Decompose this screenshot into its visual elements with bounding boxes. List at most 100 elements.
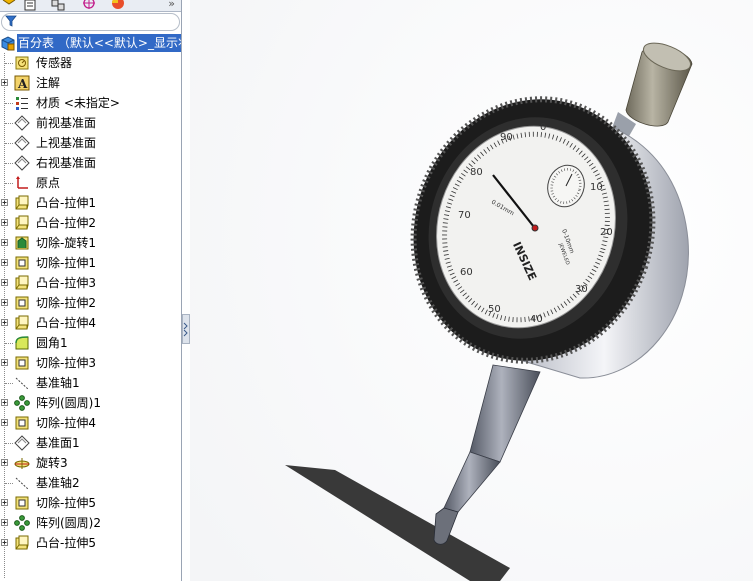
tree-connector	[5, 383, 13, 384]
fillet-icon	[15, 336, 29, 350]
expand-plus-icon[interactable]	[1, 259, 8, 266]
tree-item[interactable]: 右视基准面	[0, 153, 181, 173]
axis-icon	[15, 377, 29, 390]
property-icon	[24, 0, 36, 11]
tree-root-label: 百分表 （默认<<默认>_显示状	[17, 34, 182, 52]
expand-plus-icon[interactable]	[1, 519, 8, 526]
plane-icon	[14, 135, 30, 151]
tree-item[interactable]: 切除-拉伸5	[0, 493, 181, 513]
needle-hub	[531, 224, 539, 232]
expand-plus-icon[interactable]	[1, 199, 8, 206]
boss-extrude-icon	[15, 195, 29, 210]
dial-number-50: 50	[488, 304, 501, 315]
boss-extrude-icon	[15, 215, 29, 230]
tree-item[interactable]: 传感器	[0, 53, 181, 73]
tree-item[interactable]: 凸台-拉伸2	[0, 213, 181, 233]
tree-item[interactable]: 凸台-拉伸1	[0, 193, 181, 213]
expand-plus-icon[interactable]	[1, 419, 8, 426]
tree-root-part[interactable]: 百分表 （默认<<默认>_显示状	[0, 33, 181, 53]
expand-plus-icon[interactable]	[1, 319, 8, 326]
tree-connector	[5, 163, 13, 164]
dimxpert-tab[interactable]	[80, 0, 98, 11]
tree-item-label: 凸台-拉伸4	[36, 316, 96, 330]
origin-icon	[16, 176, 28, 189]
graphics-viewport[interactable]: 0 10 20 30 40 50 60 70 80 90 INSIZE 0-10…	[190, 0, 753, 581]
tree-item-label: 凸台-拉伸2	[36, 216, 96, 230]
tree-item[interactable]: 基准面1	[0, 433, 181, 453]
tree-connector	[5, 103, 13, 104]
tree-item-label: 阵列(圆周)1	[36, 396, 101, 410]
tree-item[interactable]: 凸台-拉伸3	[0, 273, 181, 293]
expand-plus-icon[interactable]	[1, 299, 8, 306]
annotation-icon: A	[14, 75, 30, 91]
tree-item-label: 切除-拉伸2	[36, 296, 96, 310]
tree-item-label: 材质 <未指定>	[36, 96, 120, 110]
tree-item[interactable]: 切除-旋转1	[0, 233, 181, 253]
expand-plus-icon[interactable]	[1, 219, 8, 226]
tree-item-label: 基准面1	[36, 436, 80, 450]
tree-item[interactable]: 圆角1	[0, 333, 181, 353]
expand-plus-icon[interactable]	[1, 539, 8, 546]
plane-icon	[14, 435, 30, 451]
tree-item[interactable]: 切除-拉伸2	[0, 293, 181, 313]
expand-plus-icon[interactable]	[1, 459, 8, 466]
cut-extrude-icon	[15, 356, 29, 370]
plane-icon	[14, 115, 30, 131]
feature-manager-panel: » 百分表 （默认<<默认>_显示状 传感器 A 注解材质 <未指定> 前视基准面上视…	[0, 0, 182, 581]
tree-item[interactable]: 阵列(圆周)1	[0, 393, 181, 413]
tree-item[interactable]: 前视基准面	[0, 113, 181, 133]
panel-splitter-handle[interactable]	[182, 314, 190, 344]
tree-item[interactable]: 上视基准面	[0, 133, 181, 153]
configuration-manager-tab[interactable]	[49, 0, 67, 11]
dial-number-20: 20	[600, 227, 613, 238]
more-tabs-chevron-icon[interactable]: »	[168, 0, 175, 10]
tree-item[interactable]: 旋转3	[0, 453, 181, 473]
tree-item-label: 凸台-拉伸3	[36, 276, 96, 290]
revolve-icon	[14, 458, 30, 469]
expand-plus-icon[interactable]	[1, 239, 8, 246]
tree-item[interactable]: 凸台-拉伸5	[0, 533, 181, 553]
configuration-icon	[51, 0, 65, 11]
tree-item-label: 旋转3	[36, 456, 68, 470]
dial-indicator-model: 0 10 20 30 40 50 60 70 80 90 INSIZE 0-10…	[190, 0, 753, 581]
tree-item[interactable]: 阵列(圆周)2	[0, 513, 181, 533]
cut-extrude-icon	[15, 296, 29, 310]
dial-number-10: 10	[590, 182, 603, 193]
boss-extrude-icon	[15, 315, 29, 330]
feature-manager-tab[interactable]	[0, 0, 18, 11]
feature-filter-input[interactable]	[1, 13, 180, 31]
expand-plus-icon[interactable]	[1, 279, 8, 286]
tree-item[interactable]: 基准轴1	[0, 373, 181, 393]
boss-extrude-icon	[15, 275, 29, 290]
tree-item-label: 原点	[36, 176, 61, 190]
dial-number-30: 30	[575, 284, 588, 295]
tree-item-label: 基准轴2	[36, 476, 80, 490]
expand-plus-icon[interactable]	[1, 499, 8, 506]
collapse-arrows-icon	[183, 322, 188, 337]
tree-item-label: 前视基准面	[36, 116, 97, 130]
dial-number-0: 0	[540, 122, 546, 133]
tree-item[interactable]: A 注解	[0, 73, 181, 93]
display-manager-tab[interactable]	[109, 0, 127, 11]
expand-plus-icon[interactable]	[1, 399, 8, 406]
tree-item-label: 右视基准面	[36, 156, 97, 170]
manager-tabs: »	[0, 0, 181, 12]
expand-plus-icon[interactable]	[1, 79, 8, 86]
boss-extrude-icon	[15, 535, 29, 550]
tree-item[interactable]: 原点	[0, 173, 181, 193]
tree-connector	[5, 63, 13, 64]
expand-plus-icon[interactable]	[1, 359, 8, 366]
tree-item[interactable]: 材质 <未指定>	[0, 93, 181, 113]
tree-item[interactable]: 凸台-拉伸4	[0, 313, 181, 333]
tree-item[interactable]: 切除-拉伸1	[0, 253, 181, 273]
tree-item[interactable]: 切除-拉伸3	[0, 353, 181, 373]
tree-item[interactable]: 基准轴2	[0, 473, 181, 493]
tree-connector	[5, 343, 13, 344]
appearance-icon	[112, 0, 124, 9]
filter-icon	[5, 15, 17, 27]
tree-item-label: 切除-拉伸1	[36, 256, 96, 270]
tree-item-label: 基准轴1	[36, 376, 80, 390]
property-manager-tab[interactable]	[21, 0, 39, 11]
tree-item-label: 切除-拉伸3	[36, 356, 96, 370]
tree-item[interactable]: 切除-拉伸4	[0, 413, 181, 433]
